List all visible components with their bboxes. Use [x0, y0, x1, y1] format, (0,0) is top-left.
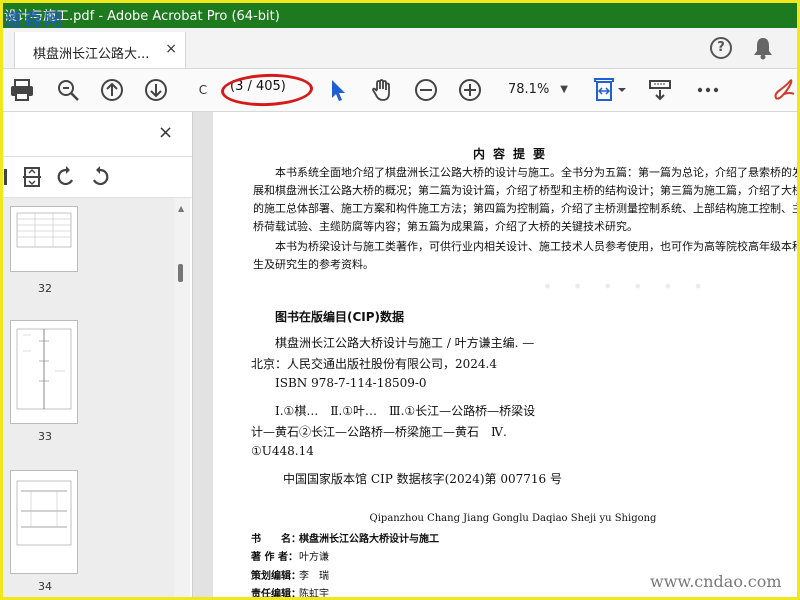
tab-strip: 棋盘洲长江公路大... × — [0, 28, 800, 69]
cip-line: 中国国家版本馆 CIP 数据核字(2024)第 007716 号 — [283, 472, 562, 486]
zoom-in-icon[interactable] — [456, 76, 484, 104]
cip-line: 计—黄石②长江—公路桥—桥梁施工—黄石 Ⅳ. — [251, 425, 507, 439]
cip-line: 北京：人民交通出版社股份有限公司，2024.4 — [251, 357, 497, 371]
zoom-out-icon[interactable] — [412, 76, 440, 104]
scroll-mode-icon[interactable] — [646, 76, 674, 104]
site-watermark: www.cndao.com — [650, 572, 782, 591]
summary-paragraph: 本书系统全面地介绍了棋盘洲长江公路大桥的设计与施工。全书分为五篇：第一篇为总论，… — [253, 166, 800, 233]
meta-key: 书 名： — [251, 534, 301, 545]
acrobat-sign-icon[interactable] — [770, 76, 798, 104]
summary-paragraph: 本书为桥梁设计与施工类著作，可供行业内相关设计、施工技术人员参考使用，也可作为高… — [253, 240, 800, 271]
print-icon[interactable] — [8, 76, 36, 104]
hand-tool-icon[interactable] — [368, 76, 396, 104]
cip-line: ISBN 978-7-114-18509-0 — [275, 376, 427, 390]
page-thumbnail[interactable] — [10, 206, 78, 272]
tab-close-icon[interactable]: × — [165, 41, 177, 57]
pinyin-title: Qipanzhou Chang Jiang Gonglu Daqiao Shej… — [369, 513, 657, 524]
thumbnail-page-number: 32 — [38, 282, 52, 295]
meta-row: 策划编辑：李 瑞 — [251, 567, 329, 582]
fit-page-icon[interactable] — [592, 76, 628, 104]
title-bar: 设计与施工.pdf - Adobe Acrobat Pro (64-bit) 道… — [0, 0, 800, 31]
page-thumbnail[interactable] — [10, 470, 78, 574]
tab-label: 棋盘洲长江公路大... — [33, 47, 150, 62]
scrollbar-thumb[interactable] — [178, 264, 183, 282]
cip-line: 棋盘洲长江公路大桥设计与施工 / 叶方谦主编. — — [275, 336, 535, 350]
main-toolbar: C (3 / 405) 78.1% ▼ — [0, 69, 800, 112]
meta-row: 书 名：棋盘洲长江公路大桥设计与施工 — [251, 530, 439, 545]
pdf-page: · · · · · · 内容提要 本书系统全面地介绍了棋盘洲长江公路大桥的设计与… — [213, 112, 800, 600]
thumbnail-scrollbar[interactable]: ▲ — [174, 198, 190, 600]
previous-page-icon[interactable] — [98, 76, 126, 104]
meta-key: 著 作 者： — [251, 552, 298, 563]
show-through-text: · · · · · · — [543, 272, 709, 302]
page-thumbnails-panel: × 32 33 34 ▲ — [0, 112, 193, 600]
scroll-up-icon[interactable]: ▲ — [178, 204, 184, 213]
meta-value: 陈虹宇 — [299, 589, 329, 600]
document-tab[interactable]: 棋盘洲长江公路大... × — [14, 32, 186, 68]
rotate-left-icon[interactable] — [54, 165, 78, 189]
document-view[interactable]: · · · · · · 内容提要 本书系统全面地介绍了棋盘洲长江公路大桥的设计与… — [193, 112, 800, 600]
cip-line: ①U448.14 — [251, 444, 314, 458]
meta-row: 责任编辑：陈虹宇 — [251, 585, 329, 600]
thumbnail-page-number: 34 — [38, 580, 52, 593]
content-summary-heading: 内容提要 — [472, 147, 553, 161]
select-cursor-icon[interactable] — [324, 76, 352, 104]
page-thumbnail[interactable] — [10, 320, 78, 424]
thumbnail-tools — [0, 156, 192, 198]
zoom-level-dropdown[interactable]: 78.1% ▼ — [502, 79, 572, 101]
cip-line: Ⅰ.①棋… Ⅱ.①叶… Ⅲ.①长江—公路桥—桥梁设 — [275, 404, 536, 418]
bell-icon[interactable] — [752, 36, 774, 60]
meta-value: 棋盘洲长江公路大桥设计与施工 — [299, 534, 439, 545]
meta-key: 责任编辑： — [251, 589, 301, 600]
help-icon[interactable]: ? — [710, 37, 732, 59]
cip-title: 图书在版编目(CIP)数据 — [275, 310, 405, 324]
page-layout-icon[interactable] — [20, 165, 44, 189]
panel-close-icon[interactable]: × — [158, 122, 173, 143]
meta-value: 李 瑞 — [299, 571, 329, 582]
page-number-input[interactable]: C — [188, 78, 218, 102]
meta-row: 著 作 者：叶方谦 — [251, 548, 329, 563]
meta-key: 策划编辑： — [251, 571, 301, 582]
thumbnail-list: 32 33 34 — [0, 198, 174, 600]
next-page-icon[interactable] — [142, 76, 170, 104]
zoom-search-icon[interactable] — [54, 76, 82, 104]
more-options-icon[interactable] — [694, 76, 722, 104]
zoom-level-value: 78.1% — [508, 82, 550, 97]
meta-value: 叶方谦 — [299, 552, 329, 563]
panel-edge-icon — [4, 169, 7, 185]
chevron-down-icon: ▼ — [560, 84, 568, 95]
thumbnail-page-number: 33 — [38, 430, 52, 443]
rotate-right-icon[interactable] — [88, 165, 112, 189]
